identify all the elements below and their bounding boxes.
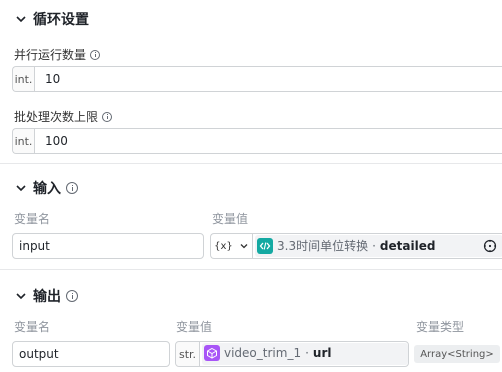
type-tag: int. bbox=[13, 129, 35, 153]
inputs-header[interactable]: 输入 bbox=[0, 177, 502, 199]
value-type-select[interactable]: {x} bbox=[211, 234, 253, 258]
section-title: 输出 bbox=[33, 289, 61, 305]
type-tag: str. bbox=[176, 342, 200, 366]
input-var-value-field[interactable]: {x} 3.3时间单位转换 · detailed bbox=[210, 233, 502, 259]
chevron-down-icon[interactable] bbox=[14, 181, 28, 195]
type-tag: int. bbox=[13, 67, 35, 91]
input-value: 10 bbox=[45, 72, 61, 86]
column-header-type: 变量类型 bbox=[416, 320, 465, 334]
divider bbox=[0, 163, 502, 164]
batch-limit-input[interactable]: int. 100 bbox=[12, 128, 502, 154]
info-icon[interactable] bbox=[66, 182, 78, 194]
output-var-value-field[interactable]: str. video_trim_1 · url bbox=[175, 341, 409, 367]
ref-separator: · bbox=[305, 346, 309, 360]
chevron-down-icon[interactable] bbox=[239, 241, 249, 251]
reference-chip[interactable]: 3.3时间单位转换 · detailed bbox=[257, 237, 435, 254]
ref-field-name: url bbox=[312, 346, 332, 360]
column-header-name: 变量名 bbox=[14, 320, 51, 334]
ref-node-name: video_trim_1 bbox=[224, 346, 302, 360]
info-icon[interactable] bbox=[90, 49, 101, 60]
column-header-value: 变量值 bbox=[212, 212, 249, 226]
code-node-icon bbox=[257, 237, 273, 254]
output-var-name-field[interactable]: output bbox=[12, 341, 170, 367]
section-title: 循环设置 bbox=[33, 12, 89, 28]
divider bbox=[0, 269, 502, 270]
chevron-down-icon[interactable] bbox=[14, 289, 28, 303]
ref-field-name: detailed bbox=[379, 238, 436, 253]
chevron-down-icon[interactable] bbox=[14, 12, 28, 26]
var-name: input bbox=[19, 239, 50, 253]
loop-settings-header[interactable]: 循环设置 bbox=[0, 8, 502, 30]
input-value: 100 bbox=[45, 134, 68, 148]
outputs-header[interactable]: 输出 bbox=[0, 285, 502, 307]
batch-limit-label: 批处理次数上限 bbox=[14, 108, 113, 125]
variable-type-badge: Array<String> bbox=[414, 345, 500, 363]
parallel-count-input[interactable]: int. 10 bbox=[12, 66, 502, 92]
info-icon[interactable] bbox=[102, 111, 113, 122]
label-text: 并行运行数量 bbox=[14, 48, 87, 62]
section-title: 输入 bbox=[33, 181, 61, 197]
label-text: 批处理次数上限 bbox=[14, 110, 99, 124]
var-name: output bbox=[19, 347, 59, 361]
cube-node-icon bbox=[204, 345, 220, 361]
ref-separator: · bbox=[372, 238, 376, 253]
column-header-value: 变量值 bbox=[176, 320, 213, 334]
variable-picker-icon[interactable] bbox=[483, 239, 497, 253]
ref-node-name: 3.3时间单位转换 bbox=[277, 239, 369, 253]
info-icon[interactable] bbox=[66, 290, 78, 302]
column-header-name: 变量名 bbox=[14, 212, 51, 226]
reference-chip[interactable]: video_trim_1 · url bbox=[204, 345, 331, 361]
variable-type-icon: {x} bbox=[214, 240, 233, 252]
input-var-name-field[interactable]: input bbox=[12, 233, 204, 259]
parallel-count-label: 并行运行数量 bbox=[14, 46, 101, 63]
